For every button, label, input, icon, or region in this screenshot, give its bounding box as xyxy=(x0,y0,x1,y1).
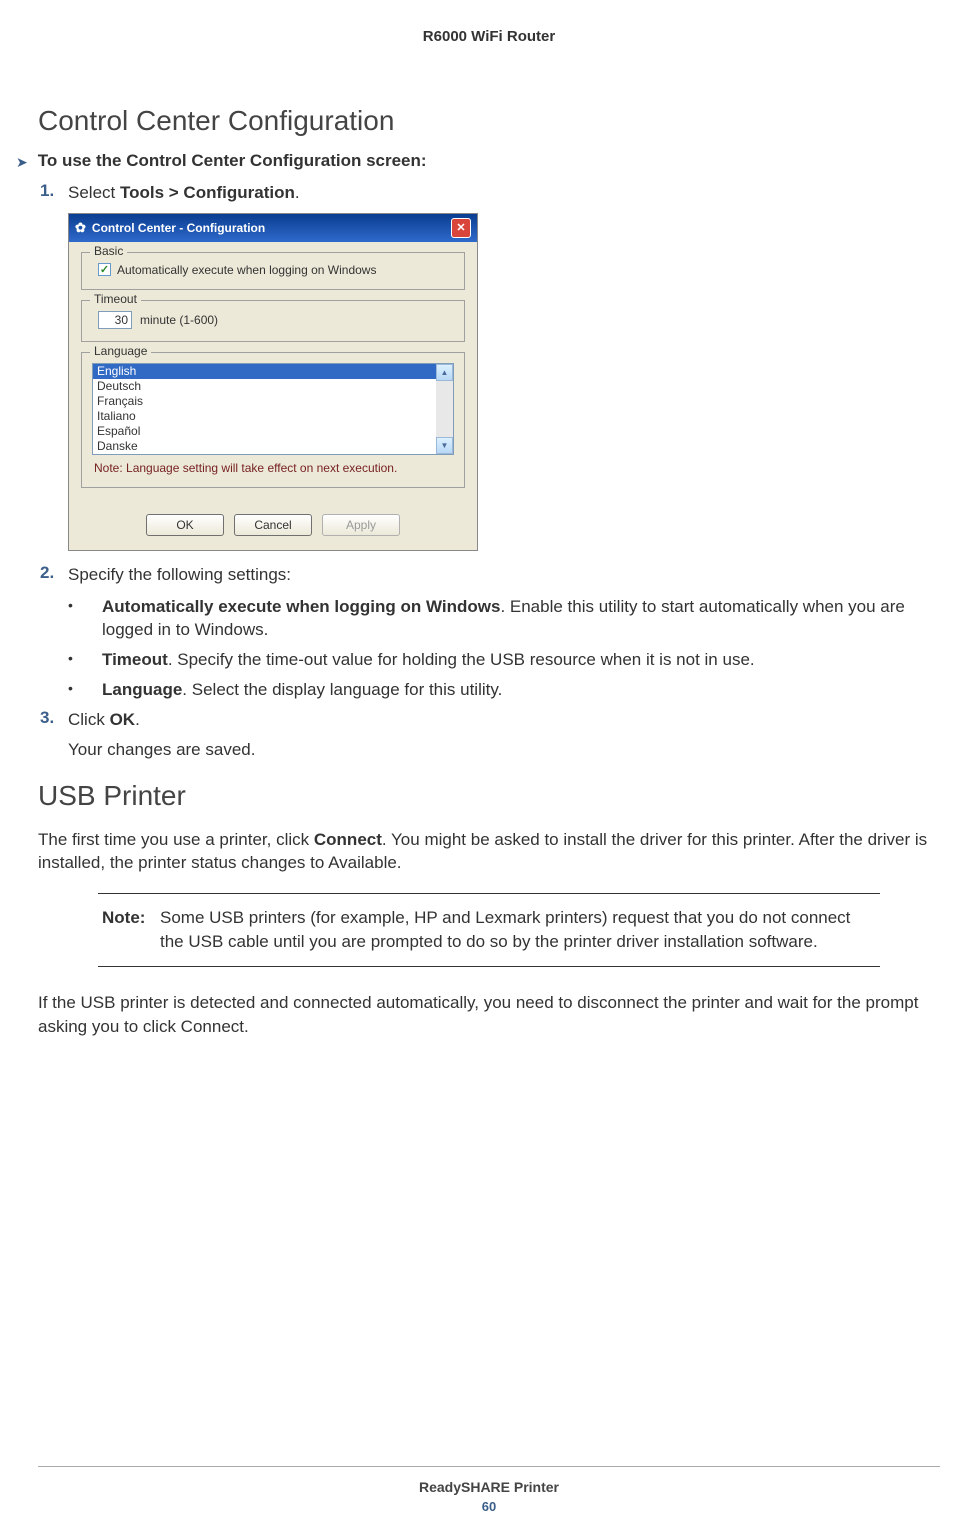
legend-language: Language xyxy=(90,344,151,358)
scroll-up-button[interactable]: ▲ xyxy=(436,364,453,381)
bullet-item: • Language. Select the display language … xyxy=(68,678,940,702)
chevron-up-icon: ▲ xyxy=(441,368,449,377)
dialog-title: Control Center - Configuration xyxy=(92,221,265,235)
list-item[interactable]: Deutsch xyxy=(93,379,436,394)
step-body: Specify the following settings: xyxy=(68,563,291,587)
chevron-right-icon: ➤ xyxy=(16,154,28,171)
procedure-heading-text: To use the Control Center Configuration … xyxy=(38,151,427,171)
language-listbox[interactable]: English Deutsch Français Italiano Españo… xyxy=(93,364,436,454)
bullet-item: • Timeout. Specify the time-out value fo… xyxy=(68,648,940,672)
apply-button[interactable]: Apply xyxy=(322,514,400,536)
step-body: Click OK. xyxy=(68,708,140,732)
bullet-icon: • xyxy=(68,678,102,702)
timeout-input[interactable]: 30 xyxy=(98,311,132,329)
scroll-down-button[interactable]: ▼ xyxy=(436,437,453,454)
bullet-icon: • xyxy=(68,595,102,643)
section-title-usb-printer: USB Printer xyxy=(38,780,940,812)
step-number: 1. xyxy=(40,181,68,205)
scrollbar[interactable]: ▲ ▼ xyxy=(436,364,453,454)
timeout-unit-label: minute (1-600) xyxy=(140,313,218,327)
dialog-screenshot: ✿ Control Center - Configuration ✕ Basic… xyxy=(68,213,478,551)
list-item[interactable]: English xyxy=(93,364,436,379)
auto-execute-checkbox[interactable]: ✓ xyxy=(98,263,111,276)
fieldset-language: Language English Deutsch Français Italia… xyxy=(81,352,465,488)
note-block: Note: Some USB printers (for example, HP… xyxy=(98,893,880,967)
step-2: 2. Specify the following settings: xyxy=(40,563,940,587)
chevron-down-icon: ▼ xyxy=(441,441,449,450)
ok-button[interactable]: OK xyxy=(146,514,224,536)
step-number: 2. xyxy=(40,563,68,587)
note-text: Some USB printers (for example, HP and L… xyxy=(160,906,876,954)
cancel-button[interactable]: Cancel xyxy=(234,514,312,536)
fieldset-timeout: Timeout 30 minute (1-600) xyxy=(81,300,465,342)
paragraph: The first time you use a printer, click … xyxy=(38,828,940,876)
language-note: Note: Language setting will take effect … xyxy=(92,461,454,475)
dialog-titlebar: ✿ Control Center - Configuration ✕ xyxy=(69,214,477,242)
page-number: 60 xyxy=(38,1499,940,1514)
list-item[interactable]: Español xyxy=(93,424,436,439)
list-item[interactable]: Danske xyxy=(93,439,436,454)
step-3: 3. Click OK. xyxy=(40,708,940,732)
document-header: R6000 WiFi Router xyxy=(38,20,940,105)
gear-icon: ✿ xyxy=(75,220,86,236)
step-number: 3. xyxy=(40,708,68,732)
paragraph: If the USB printer is detected and conne… xyxy=(38,991,940,1039)
page-footer: ReadySHARE Printer 60 xyxy=(38,1466,940,1514)
section-title-control-center: Control Center Configuration xyxy=(38,105,940,137)
legend-basic: Basic xyxy=(90,244,127,258)
list-item[interactable]: Italiano xyxy=(93,409,436,424)
step-body: Select Tools > Configuration. xyxy=(68,181,300,205)
note-label: Note: xyxy=(102,906,160,954)
list-item[interactable]: Français xyxy=(93,394,436,409)
bullet-item: • Automatically execute when logging on … xyxy=(68,595,940,643)
footer-title: ReadySHARE Printer xyxy=(38,1479,940,1495)
bullet-icon: • xyxy=(68,648,102,672)
procedure-heading: ➤ To use the Control Center Configuratio… xyxy=(16,151,940,171)
close-icon: ✕ xyxy=(456,221,465,234)
close-button[interactable]: ✕ xyxy=(451,218,471,238)
step-1: 1. Select Tools > Configuration. xyxy=(40,181,940,205)
step-result: Your changes are saved. xyxy=(68,740,940,760)
auto-execute-label: Automatically execute when logging on Wi… xyxy=(117,263,376,277)
fieldset-basic: Basic ✓ Automatically execute when loggi… xyxy=(81,252,465,290)
legend-timeout: Timeout xyxy=(90,292,141,306)
